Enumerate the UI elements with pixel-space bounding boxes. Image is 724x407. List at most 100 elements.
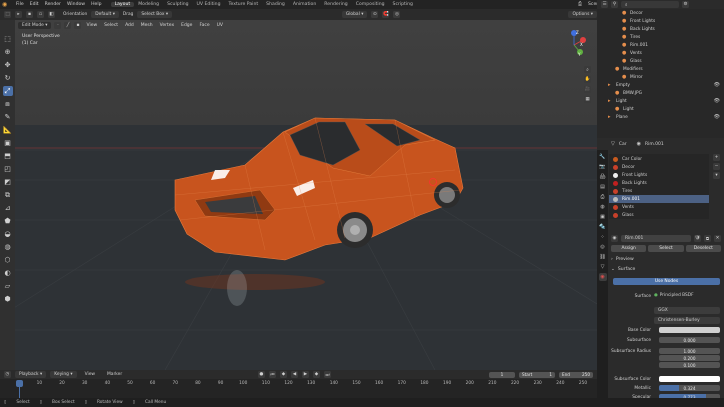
new-material-icon[interactable]: ⧉ [704, 235, 711, 242]
metallic-slider[interactable]: 0.324 [659, 385, 720, 391]
snap-icon[interactable]: 🧲 [382, 11, 390, 18]
workspace-tab-layout[interactable]: Layout [110, 2, 135, 7]
move-tool-icon[interactable]: ✥ [3, 60, 13, 70]
auto-key-icon[interactable]: ● [258, 371, 265, 378]
deselect-button[interactable]: Deselect [685, 245, 721, 252]
cursor-tool-icon[interactable]: ⊕ [3, 47, 13, 57]
fake-user-icon[interactable]: 🛡 [694, 235, 701, 242]
outliner-item[interactable]: ● Front Lights [597, 17, 724, 25]
zoom-icon[interactable]: ⌕ [584, 66, 591, 73]
outliner-item[interactable]: ▸ Plane 👁 [597, 113, 724, 121]
outliner-options-icon[interactable]: ⚙ [682, 1, 689, 8]
add-cube-tool-icon[interactable]: ▣ [3, 138, 13, 148]
menu-edit[interactable]: Edit [27, 2, 42, 7]
viewport-menu-vertex[interactable]: Vertex [158, 23, 176, 28]
marker-menu[interactable]: Marker [103, 371, 126, 378]
modifier-tab-icon[interactable]: 🔩 [599, 223, 607, 231]
loop-cut-tool-icon[interactable]: ⧉ [3, 190, 13, 200]
extrude-tool-icon[interactable]: ⬒ [3, 151, 13, 161]
outliner-item[interactable]: ● Vents [597, 49, 724, 57]
outliner-item[interactable]: ● Back Lights [597, 25, 724, 33]
rip-region-tool-icon[interactable]: ⬢ [3, 294, 13, 304]
outliner-filter-icon[interactable]: ⚲ [611, 1, 618, 8]
preview-panel-header[interactable]: › Preview [611, 257, 634, 262]
poly-build-tool-icon[interactable]: ⬟ [3, 216, 13, 226]
menu-help[interactable]: Help [88, 2, 104, 7]
browse-material-icon[interactable]: ◉ [611, 235, 618, 242]
surface-panel-header[interactable]: ⌄ Surface [611, 267, 635, 272]
mode-dropdown[interactable]: Edit Mode ▾ [18, 21, 52, 29]
subsurface-field[interactable]: 0.000 [659, 337, 720, 343]
timeline-editor-icon[interactable]: ◷ [4, 371, 11, 378]
select-intersect-icon[interactable]: ◧ [48, 11, 55, 18]
world-tab-icon[interactable]: ◍ [599, 203, 607, 211]
outliner-item[interactable]: ● Modifiers [597, 65, 724, 73]
3d-viewport[interactable] [15, 20, 597, 370]
constraints-tab-icon[interactable]: ⛓ [599, 253, 607, 261]
annotate-tool-icon[interactable]: ✎ [3, 112, 13, 122]
workspace-tab-uv-editing[interactable]: UV Editing [193, 2, 225, 7]
material-slot[interactable]: Vents [609, 203, 709, 211]
assign-button[interactable]: Assign [611, 245, 647, 252]
material-slot[interactable]: Front Lights [609, 171, 709, 179]
outliner-item[interactable]: ● Tires [597, 33, 724, 41]
slot-menu-icon[interactable]: ▾ [713, 172, 720, 179]
subsurface-color-swatch[interactable] [659, 376, 720, 382]
measure-tool-icon[interactable]: 📐 [3, 125, 13, 135]
visibility-eye-icon[interactable]: 👁 [714, 82, 720, 88]
tool-tab-icon[interactable]: 🔧 [599, 153, 607, 161]
spin-tool-icon[interactable]: ◒ [3, 229, 13, 239]
end-frame-field[interactable]: End 250 [559, 371, 593, 378]
properties-material-name[interactable]: Rim.001 [645, 142, 664, 147]
physics-tab-icon[interactable]: ◎ [599, 243, 607, 251]
unlink-material-icon[interactable]: ✕ [714, 235, 721, 242]
perspective-toggle-icon[interactable]: ▦ [584, 96, 591, 103]
outliner-item[interactable]: ● Mirror [597, 73, 724, 81]
material-slot[interactable]: Back Lights [609, 179, 709, 187]
workspace-tab-scripting[interactable]: Scripting [389, 2, 417, 7]
subsurface-radius-z-field[interactable]: 0.100 [659, 362, 720, 368]
transform-tool-icon[interactable]: ⧈ [3, 99, 13, 109]
menu-file[interactable]: File [13, 2, 27, 7]
output-tab-icon[interactable]: 🖨 [599, 173, 607, 181]
view-layer-tab-icon[interactable]: ▤ [599, 183, 607, 191]
jump-start-icon[interactable]: ⏮ [269, 371, 276, 378]
vertex-select-icon[interactable]: · [54, 21, 62, 29]
base-color-swatch[interactable] [659, 327, 720, 333]
outliner-item[interactable]: ▸ Empty 👁 [597, 81, 724, 89]
timeline-scrubber[interactable]: 1102030405060708090100110120130140150160… [0, 379, 597, 398]
use-nodes-button[interactable]: Use Nodes [613, 278, 720, 285]
outliner-item[interactable]: ● Decor [597, 9, 724, 17]
viewport-menu-select[interactable]: Select [102, 23, 120, 28]
edge-select-icon[interactable]: ╱ [64, 21, 72, 29]
material-name-field[interactable]: Rim.001 [621, 235, 691, 242]
shrink-fatten-tool-icon[interactable]: ◐ [3, 268, 13, 278]
next-key-icon[interactable]: ◆ [313, 371, 320, 378]
scene-tab-icon[interactable]: ⎙ [599, 193, 607, 201]
outliner-item[interactable]: ● Glass [597, 57, 724, 65]
distribution-dropdown[interactable]: GGX [654, 307, 720, 314]
prev-key-icon[interactable]: ◆ [280, 371, 287, 378]
select-extend-icon[interactable]: ▪ [26, 11, 33, 18]
current-frame-field[interactable]: 1 [489, 371, 515, 378]
workspace-tab-texture-paint[interactable]: Texture Paint [225, 2, 263, 7]
bevel-tool-icon[interactable]: ◩ [3, 177, 13, 187]
scale-tool-icon[interactable]: ⤢ [2, 86, 13, 96]
workspace-tab-animation[interactable]: Animation [289, 2, 320, 7]
remove-slot-icon[interactable]: − [713, 163, 720, 170]
play-icon[interactable]: ▶ [302, 371, 309, 378]
orientation-dropdown[interactable]: Default ▾ [91, 11, 119, 18]
jump-end-icon[interactable]: ⏭ [324, 371, 331, 378]
viewport-menu-face[interactable]: Face [197, 23, 211, 28]
workspace-tab-sculpting[interactable]: Sculpting [163, 2, 192, 7]
material-slot[interactable]: Car Color [609, 155, 709, 163]
editor-type-icon[interactable]: ⬚ [4, 11, 11, 18]
menu-window[interactable]: Window [64, 2, 88, 7]
viewport-menu-edge[interactable]: Edge [179, 23, 194, 28]
inset-tool-icon[interactable]: ◰ [3, 164, 13, 174]
select-button[interactable]: Select [648, 245, 684, 252]
add-slot-icon[interactable]: + [713, 154, 720, 161]
transform-orientation-dropdown[interactable]: Global ▾ [341, 11, 368, 18]
select-mode-icon[interactable]: ▸ [15, 11, 22, 18]
timeline-view-menu[interactable]: View [81, 371, 99, 378]
